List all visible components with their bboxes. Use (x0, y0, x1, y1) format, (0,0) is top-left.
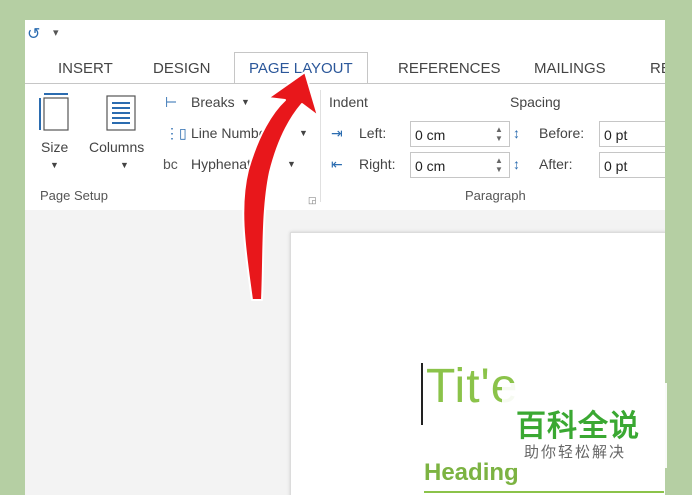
watermark-title: 百科全说 (516, 410, 640, 443)
watermark: 百科全说 助你轻松解决 (502, 383, 667, 468)
watermark-subtitle: 助你轻松解决 (524, 444, 627, 461)
